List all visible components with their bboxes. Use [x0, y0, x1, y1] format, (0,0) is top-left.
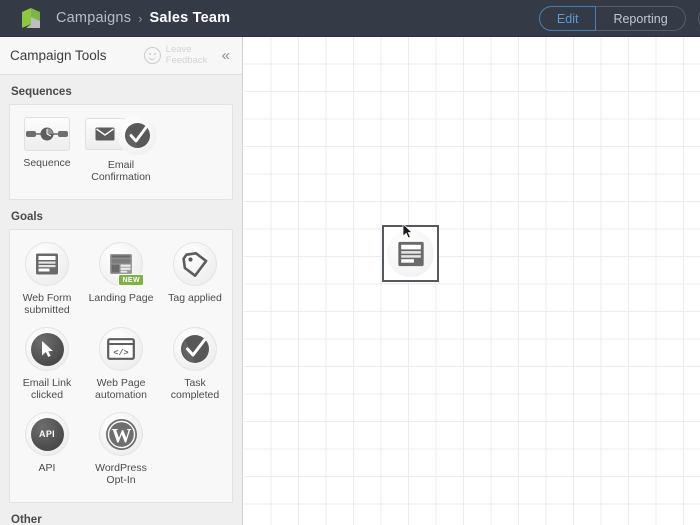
tool-tile-task-completed[interactable]: Task completed [158, 324, 232, 409]
chevron-double-left-icon[interactable]: « [222, 47, 230, 64]
tool-tile-label: Landing Page [88, 292, 154, 304]
sidebar-header: Campaign Tools Leave Feedback « [0, 37, 242, 75]
landing-page-icon: NEW [99, 242, 144, 286]
tool-tile-landing-page[interactable]: NEW Landing Page [84, 239, 158, 324]
campaign-canvas[interactable] [244, 37, 700, 525]
web-form-icon [387, 230, 434, 277]
tool-tile-label: Task completed [170, 377, 220, 401]
tool-tile-label: API [38, 462, 56, 474]
top-navigation-bar: Campaigns › Sales Team Edit Reporting S [0, 0, 700, 37]
leave-feedback-button[interactable]: Leave Feedback [143, 44, 214, 66]
new-badge: NEW [118, 274, 144, 286]
tool-tile-email-link-clicked[interactable]: Email Link clicked [10, 324, 84, 409]
tab-reporting[interactable]: Reporting [596, 6, 686, 31]
wordpress-icon: W [99, 412, 143, 456]
tool-tile-tag-applied[interactable]: Tag applied [158, 239, 232, 324]
api-icon: API [25, 412, 69, 456]
tag-icon [173, 242, 217, 286]
tool-tile-label: Email Confirmation [91, 159, 151, 183]
campaign-tools-sidebar: Campaign Tools Leave Feedback « Sequence… [0, 37, 243, 525]
smiley-face-icon [143, 47, 161, 64]
tool-tile-label: Sequence [23, 157, 71, 169]
breadcrumb: Campaigns › Sales Team [56, 10, 230, 26]
code-browser-icon: </> [99, 327, 143, 371]
breadcrumb-parent-link[interactable]: Campaigns [56, 10, 131, 26]
sidebar-title: Campaign Tools [10, 48, 107, 63]
tool-tile-label: Tag applied [168, 292, 222, 304]
sequence-nodes-clock-icon [24, 117, 70, 151]
sequences-panel: Sequence Email Confirmation [9, 104, 233, 200]
leave-feedback-label: Leave Feedback [165, 44, 208, 66]
tool-tile-sequence[interactable]: Sequence [10, 114, 84, 191]
tool-tile-web-page-automation[interactable]: </> Web Page automation [84, 324, 158, 409]
tool-tile-label: Email Link clicked [22, 377, 72, 401]
campaign-builder-app: Campaigns › Sales Team Edit Reporting S … [0, 0, 700, 525]
tool-tile-label: Web Form submitted [22, 292, 72, 316]
tool-tile-wordpress-opt-in[interactable]: W WordPress Opt-In [84, 409, 158, 494]
checkmark-badge-icon [117, 115, 157, 155]
group-title-other: Other [11, 514, 42, 525]
tab-edit[interactable]: Edit [538, 6, 597, 31]
cursor-arrow-icon [25, 327, 69, 371]
view-mode-tabs: Edit Reporting S [538, 6, 700, 31]
sidebar-scroll-area[interactable]: Sequences Sequence Email Confirmation Go… [0, 75, 242, 525]
breadcrumb-current-page: Sales Team [149, 10, 231, 26]
api-icon-label: API [39, 429, 55, 439]
web-form-icon [25, 242, 69, 286]
tool-tile-web-form-submitted[interactable]: Web Form submitted [10, 239, 84, 324]
tool-tile-api[interactable]: API API [10, 409, 84, 494]
checkmark-icon [173, 327, 217, 371]
email-confirmation-icon [85, 115, 157, 155]
group-title-goals: Goals [11, 211, 43, 223]
goals-panel: Web Form submitted NEW Landing Page Tag … [9, 229, 233, 503]
canvas-node-web-form-submitted[interactable] [382, 225, 439, 282]
tool-tile-email-confirmation[interactable]: Email Confirmation [84, 114, 158, 191]
tool-tile-label: WordPress Opt-In [95, 462, 147, 486]
svg-text:</>: </> [113, 348, 128, 358]
svg-text:W: W [111, 425, 131, 447]
infusionsoft-logo-icon[interactable] [22, 8, 44, 28]
group-title-sequences: Sequences [11, 86, 72, 98]
breadcrumb-separator-icon: › [138, 10, 143, 26]
tool-tile-label: Web Page automation [95, 377, 147, 401]
